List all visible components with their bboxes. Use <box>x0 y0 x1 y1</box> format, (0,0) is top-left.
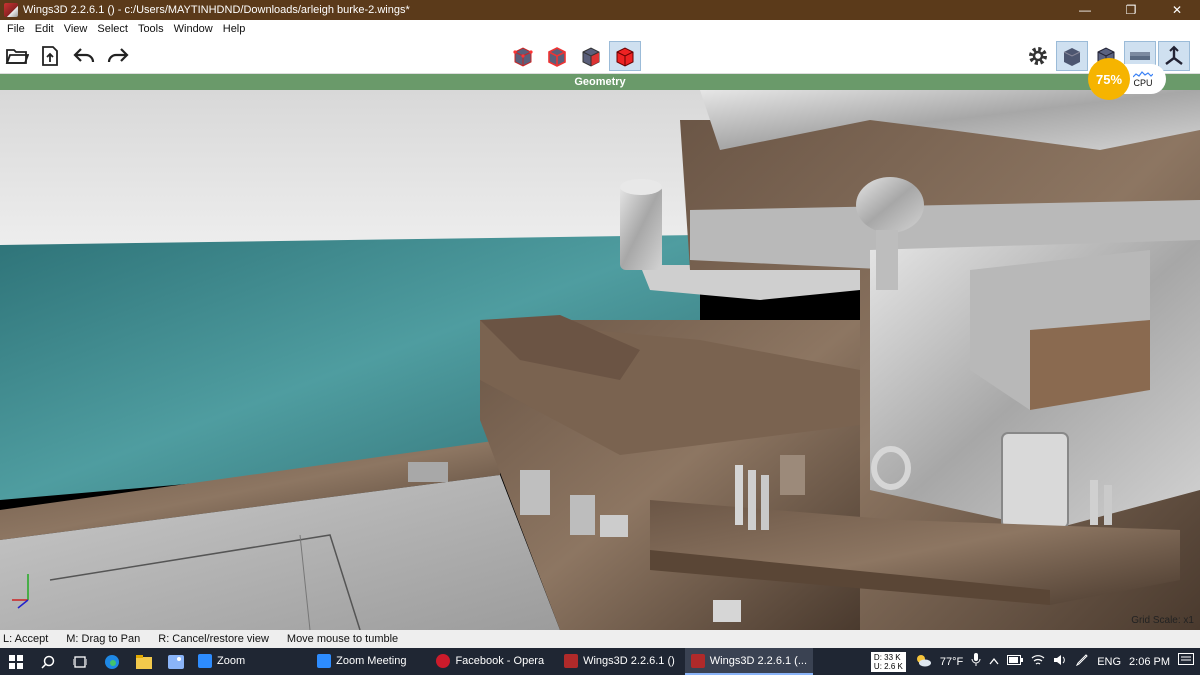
cpu-monitor-widget[interactable]: CPU 75% <box>1088 58 1166 100</box>
close-button[interactable]: ✕ <box>1154 0 1200 20</box>
selection-mode-group <box>507 41 641 71</box>
windows-taskbar: Zoom Zoom Meeting Facebook - Opera Wings… <box>0 648 1200 675</box>
wings3d-icon <box>690 653 705 668</box>
scene-render <box>0 90 1200 630</box>
status-left-click: L: Accept <box>3 633 49 645</box>
taskbar-app-zoom[interactable]: Zoom <box>192 648 251 675</box>
status-right-cancel: R: Cancel/restore view <box>158 633 269 645</box>
net-upload: U: 2.6 K <box>873 661 903 671</box>
wifi-icon[interactable] <box>1031 654 1045 669</box>
grid-scale-label: Grid Scale: x1 <box>1131 615 1194 626</box>
windows-start-icon[interactable] <box>0 648 32 675</box>
taskbar-app-opera[interactable]: Facebook - Opera <box>430 648 550 675</box>
photos-app-icon[interactable] <box>160 648 192 675</box>
open-folder-icon[interactable] <box>3 42 31 70</box>
task-view-icon[interactable] <box>64 648 96 675</box>
smooth-preview-icon[interactable] <box>1056 41 1088 71</box>
wings3d-icon <box>564 653 579 668</box>
edge-browser-icon[interactable] <box>96 648 128 675</box>
notification-icon[interactable] <box>1178 653 1194 670</box>
face-select-icon[interactable] <box>575 41 607 71</box>
menu-bar: File Edit View Select Tools Window Help <box>0 20 1200 38</box>
clock-time[interactable]: 2:06 PM <box>1129 656 1170 668</box>
window-title: Wings3D 2.2.6.1 () - c:/Users/MAYTINHDND… <box>23 4 410 16</box>
save-icon[interactable] <box>36 42 64 70</box>
cpu-graph-icon <box>1133 71 1153 78</box>
taskbar-app-label: Facebook - Opera <box>455 654 545 667</box>
volume-icon[interactable] <box>1053 654 1067 669</box>
system-tray: D: 33 K U: 2.6 K 77°F ENG 2:06 PM <box>870 651 1200 672</box>
menu-help[interactable]: Help <box>218 23 251 35</box>
pen-icon[interactable] <box>1075 654 1089 669</box>
cpu-percent: 75% <box>1088 58 1130 100</box>
search-icon[interactable] <box>32 648 64 675</box>
taskbar-app-label: Zoom Meeting <box>336 654 407 667</box>
temperature-label: 77°F <box>939 655 964 668</box>
menu-tools[interactable]: Tools <box>133 23 169 35</box>
net-download: D: 33 K <box>873 652 901 662</box>
redo-icon[interactable] <box>104 42 132 70</box>
minimize-button[interactable]: — <box>1062 0 1108 20</box>
weather-icon[interactable] <box>914 653 932 670</box>
chevron-up-icon[interactable] <box>989 656 999 668</box>
toolbar <box>0 38 1200 74</box>
undo-icon[interactable] <box>70 42 98 70</box>
wings3d-app-icon <box>4 3 18 17</box>
file-explorer-icon[interactable] <box>128 648 160 675</box>
network-speed-widget[interactable]: D: 33 K U: 2.6 K <box>870 651 906 672</box>
battery-icon[interactable] <box>1007 655 1024 668</box>
status-bar: L: Accept M: Drag to Pan R: Cancel/resto… <box>0 630 1200 648</box>
language-indicator[interactable]: ENG <box>1097 656 1121 668</box>
menu-select[interactable]: Select <box>92 23 133 35</box>
vertex-select-icon[interactable] <box>507 41 539 71</box>
settings-icon[interactable] <box>1022 41 1054 71</box>
menu-window[interactable]: Window <box>169 23 218 35</box>
zoom-icon <box>198 653 212 668</box>
zoom-meeting-icon <box>317 653 332 668</box>
edge-select-icon[interactable] <box>541 41 573 71</box>
title-bar: Wings3D 2.2.6.1 () - c:/Users/MAYTINHDND… <box>0 0 1200 20</box>
body-select-icon[interactable] <box>609 41 641 71</box>
opera-icon <box>436 653 451 668</box>
microphone-icon[interactable] <box>971 653 981 670</box>
taskbar-app-zoom-meeting[interactable]: Zoom Meeting <box>311 648 412 675</box>
taskbar-app-wings3d-1[interactable]: Wings3D 2.2.6.1 () <box>558 648 681 675</box>
viewport-header: Geometry <box>0 74 1200 90</box>
taskbar-app-label: Zoom <box>217 654 246 667</box>
taskbar-app-label: Wings3D 2.2.6.1 (... <box>709 654 808 667</box>
menu-edit[interactable]: Edit <box>30 23 59 35</box>
taskbar-app-label: Wings3D 2.2.6.1 () <box>583 654 675 667</box>
menu-view[interactable]: View <box>59 23 93 35</box>
status-middle-drag: M: Drag to Pan <box>66 633 141 645</box>
status-tumble-hint: Move mouse to tumble <box>286 633 399 645</box>
taskbar-app-wings3d-2[interactable]: Wings3D 2.2.6.1 (... <box>684 648 814 675</box>
3d-viewport[interactable]: Grid Scale: x1 <box>0 90 1200 630</box>
maximize-button[interactable]: ❐ <box>1108 0 1154 20</box>
menu-file[interactable]: File <box>2 23 30 35</box>
cpu-label: CPU <box>1133 78 1153 88</box>
